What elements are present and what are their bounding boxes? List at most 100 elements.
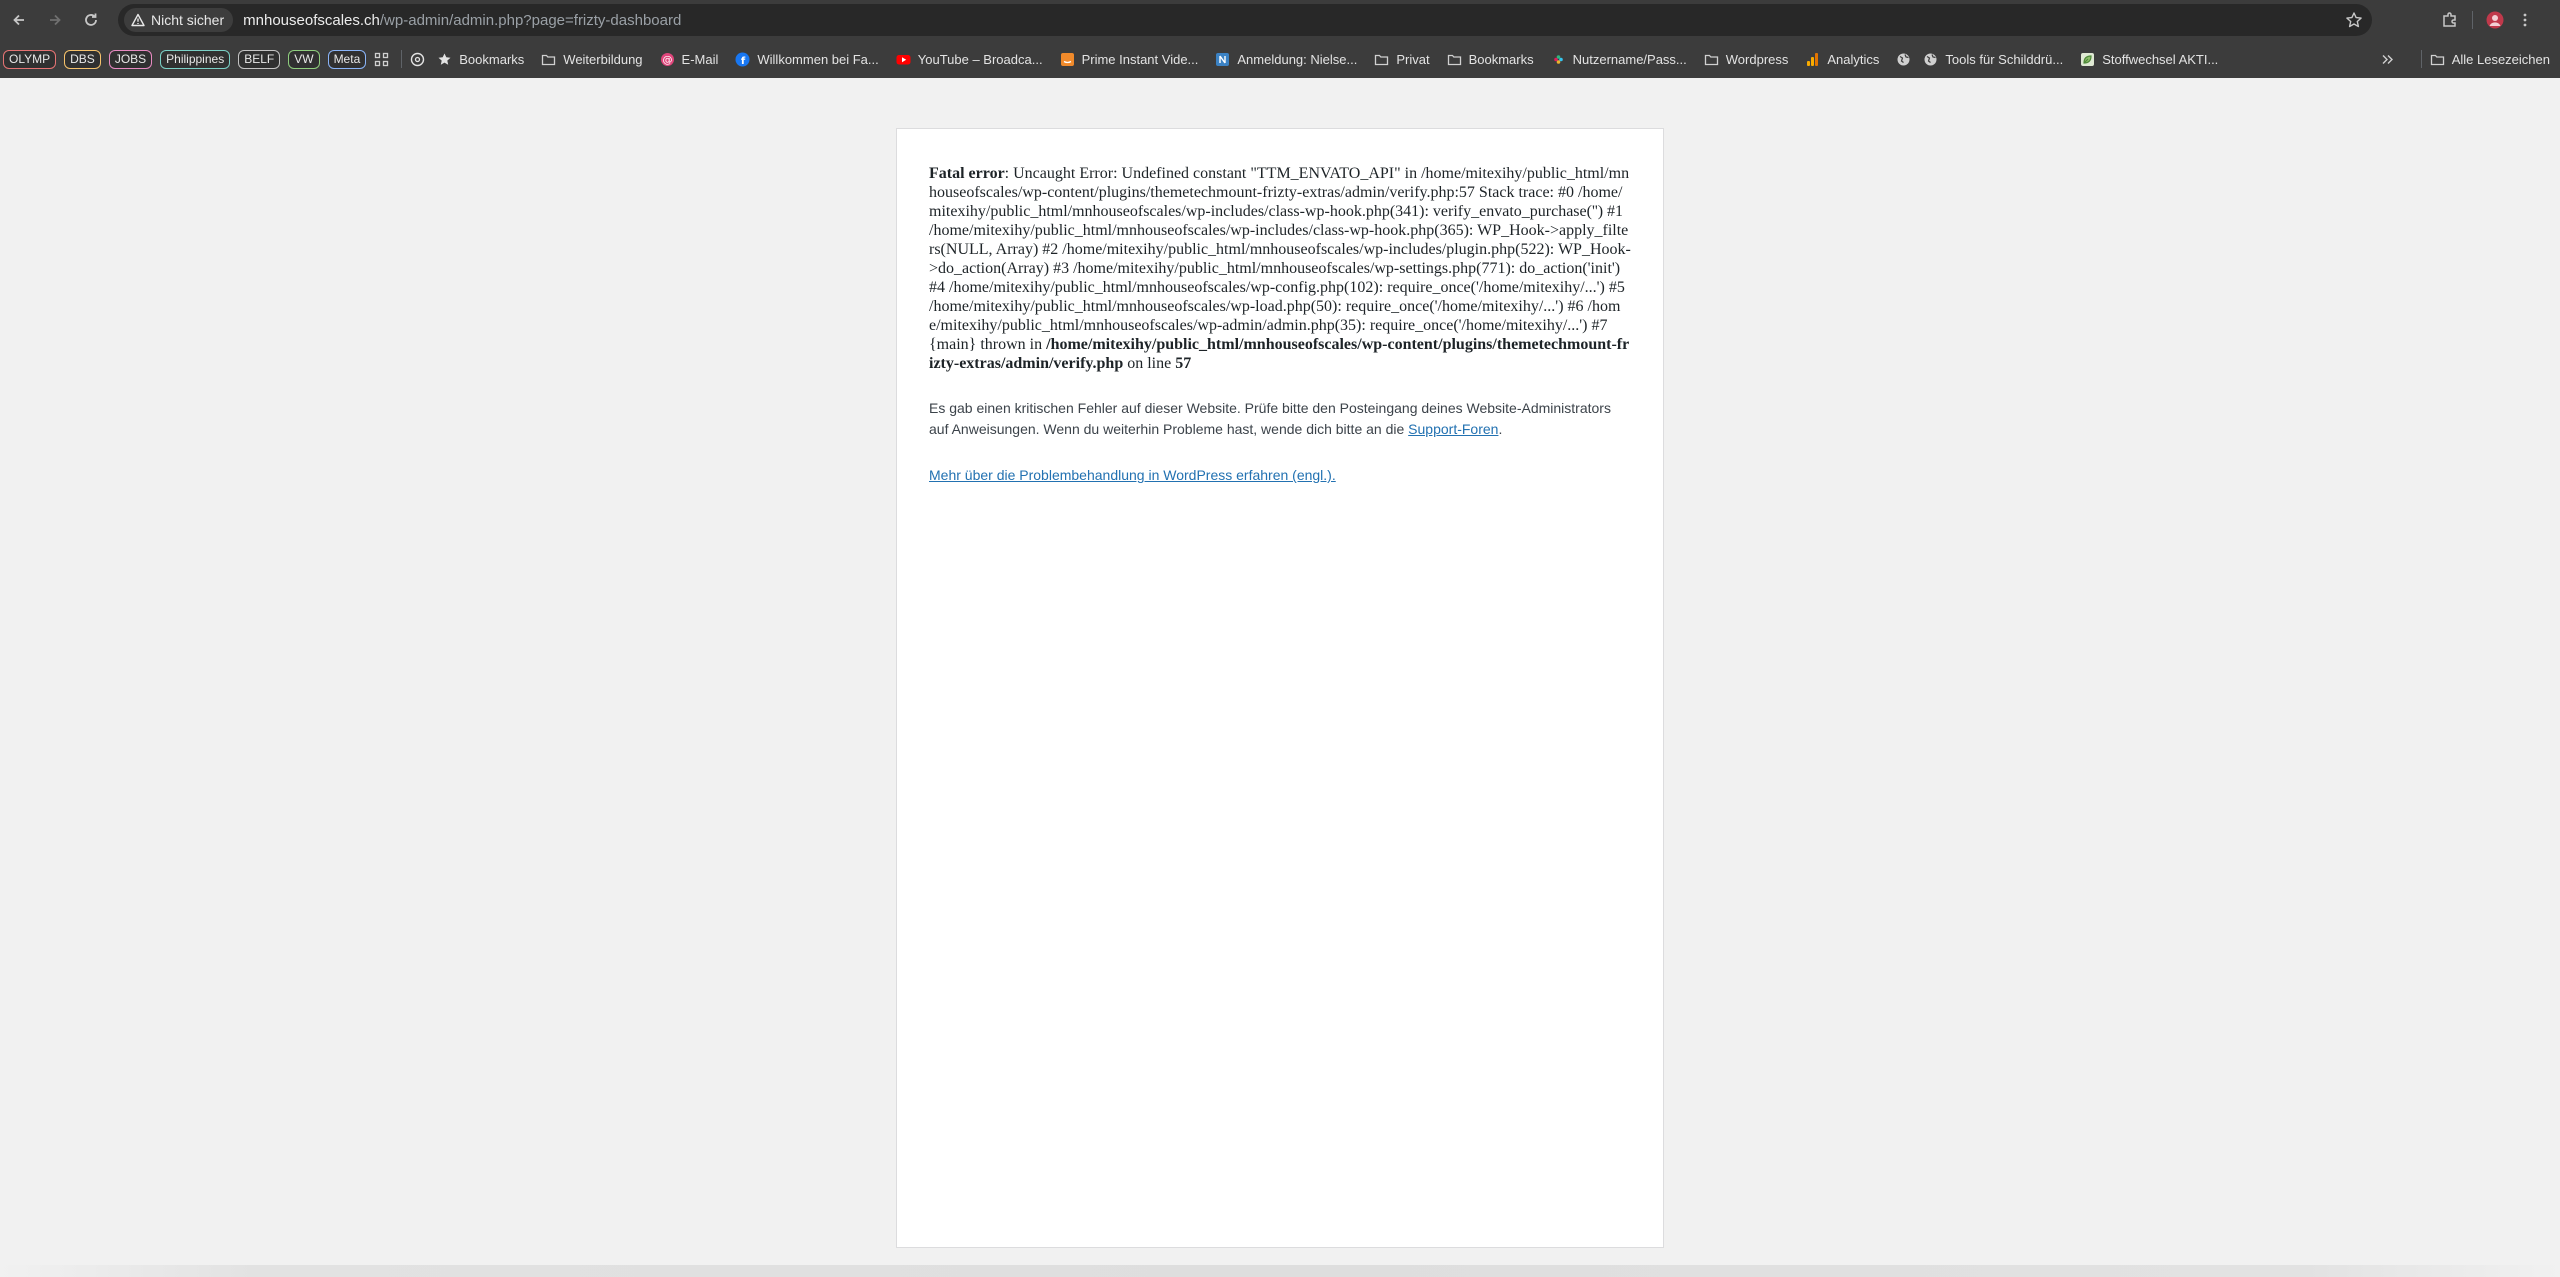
bookmarks-right: Alle Lesezeichen <box>2380 40 2560 78</box>
url-path: /wp-admin/admin.php?page=frizty-dashboar… <box>379 11 682 29</box>
folder-icon <box>2430 54 2444 65</box>
bookmark-tag-jobs[interactable]: JOBS <box>108 49 153 69</box>
analytics-icon <box>1807 52 1819 66</box>
globe-icon <box>1897 53 1910 65</box>
bookmark-label: Stoffwechsel AKTI... <box>2102 51 2219 67</box>
wp-error-box: Fatal error: Uncaught Error: Undefined c… <box>896 128 1664 1248</box>
profile-button[interactable] <box>2477 0 2513 40</box>
bookmark-folder-wordpress[interactable]: Wordpress <box>1704 51 1789 67</box>
bookmark-label: Wordpress <box>1725 51 1789 67</box>
bookmark-label: Prime Instant Vide... <box>1081 51 1199 67</box>
url-text[interactable]: mnhouseofscales.ch/wp-admin/admin.php?pa… <box>243 12 681 29</box>
error-label: Fatal error <box>929 165 1005 182</box>
all-bookmarks-label: Alle Lesezeichen <box>2451 51 2550 67</box>
bookmark-email[interactable]: @ E-Mail <box>660 51 719 67</box>
error-line-number: 57 <box>1175 355 1192 372</box>
nielsen-icon <box>1216 52 1230 66</box>
bookmark-label: Analytics <box>1827 51 1880 67</box>
chevron-double-right-icon <box>2382 54 2393 64</box>
menu-button[interactable] <box>2513 0 2537 40</box>
browser-toolbar: Nicht sicher mnhouseofscales.ch/wp-admin… <box>0 0 2560 40</box>
wp-critical-error-message: Es gab einen kritischen Fehler auf diese… <box>929 398 1631 440</box>
more-bookmarks-button[interactable] <box>2380 52 2395 67</box>
bookmarks-divider <box>2420 50 2422 68</box>
bookmarks-bar: OLYMP DBS JOBS Philippines BELF VW Meta … <box>0 40 2560 78</box>
security-label: Nicht sicher <box>151 12 225 28</box>
forward-button[interactable] <box>37 0 73 40</box>
bookmark-label: Bookmarks <box>1468 51 1534 67</box>
error-on-line: on line <box>1123 355 1176 372</box>
bottom-shadow <box>0 1265 2560 1277</box>
svg-text:@: @ <box>662 54 672 65</box>
bookmark-nutzername[interactable]: Nutzername/Pass... <box>1551 52 1687 67</box>
troubleshooting-link[interactable]: Mehr über die Problembehandlung in WordP… <box>929 467 1336 483</box>
bookmark-folder-weiterbildung[interactable]: Weiterbildung <box>541 51 643 67</box>
wp-message-text: Es gab einen kritischen Fehler auf diese… <box>929 400 1611 437</box>
folder-icon <box>1704 54 1718 65</box>
apps-grid-icon <box>375 52 389 66</box>
bookmark-globe[interactable] <box>1896 52 1911 67</box>
bookmark-tag-meta[interactable]: Meta <box>327 49 367 69</box>
extensions-button[interactable] <box>2432 0 2468 40</box>
facebook-icon: f <box>735 52 750 67</box>
bookmark-tag-olymp[interactable]: OLYMP <box>3 49 57 69</box>
bookmark-label: Privat <box>1396 51 1430 67</box>
reload-button[interactable] <box>73 0 109 40</box>
bookmark-label: Anmeldung: Nielse... <box>1237 51 1358 67</box>
bookmark-folder-bookmarks[interactable]: Bookmarks <box>1447 52 1534 67</box>
arrow-right-icon <box>50 14 61 26</box>
folder-icon <box>1375 54 1389 65</box>
avatar <box>2486 11 2504 29</box>
apps-button[interactable] <box>374 52 389 67</box>
bookmark-label: E-Mail <box>681 51 719 67</box>
youtube-icon <box>896 54 911 64</box>
bookmark-bookmarks[interactable]: Bookmarks <box>437 52 524 67</box>
arrow-left-icon <box>13 14 24 26</box>
bookmark-facebook[interactable]: f Willkommen bei Fa... <box>735 51 879 67</box>
bookmark-analytics[interactable]: Analytics <box>1805 52 1879 67</box>
bookmarks-divider <box>401 50 403 68</box>
leaf-icon <box>2081 52 2095 66</box>
security-indicator[interactable]: Nicht sicher <box>124 8 234 32</box>
folder-icon <box>542 54 556 65</box>
reload-icon <box>85 13 97 26</box>
error-message: : Uncaught Error: Undefined constant "TT… <box>929 165 1631 353</box>
bookmark-label: Willkommen bei Fa... <box>757 51 879 67</box>
bookmark-star-button[interactable] <box>2336 0 2372 40</box>
bookmark-prime[interactable]: Prime Instant Vide... <box>1060 51 1199 67</box>
toolbar-divider <box>2472 11 2473 29</box>
bookmark-stoffwechsel[interactable]: Stoffwechsel AKTI... <box>2080 52 2218 67</box>
troubleshooting-paragraph: Mehr über die Problembehandlung in WordP… <box>929 465 1631 486</box>
url-host: mnhouseofscales.ch <box>243 11 380 29</box>
bookmark-threads[interactable] <box>410 52 425 67</box>
globe-icon <box>1924 53 1937 65</box>
bookmark-label: Bookmarks <box>459 51 525 67</box>
wp-message-suffix: . <box>1498 421 1503 437</box>
amazon-icon <box>1060 52 1074 66</box>
support-forums-link[interactable]: Support-Foren <box>1408 421 1498 437</box>
all-bookmarks-button[interactable]: Alle Lesezeichen <box>2430 52 2550 67</box>
folder-icon <box>1447 54 1461 65</box>
bookmark-tools-schilddruese[interactable]: Tools für Schilddrü... <box>1923 52 2063 67</box>
bookmark-tag-vw[interactable]: VW <box>288 49 320 69</box>
bookmark-tag-philippines[interactable]: Philippines <box>160 49 231 69</box>
star-icon <box>438 53 451 65</box>
slack-icon <box>1553 54 1563 64</box>
star-outline-icon <box>2346 12 2362 28</box>
bookmark-label: Nutzername/Pass... <box>1572 51 1687 67</box>
svg-text:f: f <box>741 56 746 67</box>
bookmark-nielsen[interactable]: Anmeldung: Nielse... <box>1215 52 1357 67</box>
bookmark-tag-dbs[interactable]: DBS <box>64 49 101 69</box>
address-bar[interactable]: Nicht sicher mnhouseofscales.ch/wp-admin… <box>118 4 2372 36</box>
back-button[interactable] <box>1 0 37 40</box>
warning-icon <box>131 13 145 27</box>
bookmark-folder-privat[interactable]: Privat <box>1374 51 1430 67</box>
bookmark-label: Tools für Schilddrü... <box>1945 51 2064 67</box>
bookmark-tag-belf[interactable]: BELF <box>238 49 281 69</box>
bookmark-label: Weiterbildung <box>563 51 643 67</box>
puzzle-icon <box>2443 12 2456 27</box>
kebab-menu-icon <box>2523 13 2527 27</box>
bookmark-label: YouTube – Broadca... <box>917 51 1043 67</box>
php-fatal-error: Fatal error: Uncaught Error: Undefined c… <box>929 164 1631 373</box>
bookmark-youtube[interactable]: YouTube – Broadca... <box>896 52 1043 67</box>
